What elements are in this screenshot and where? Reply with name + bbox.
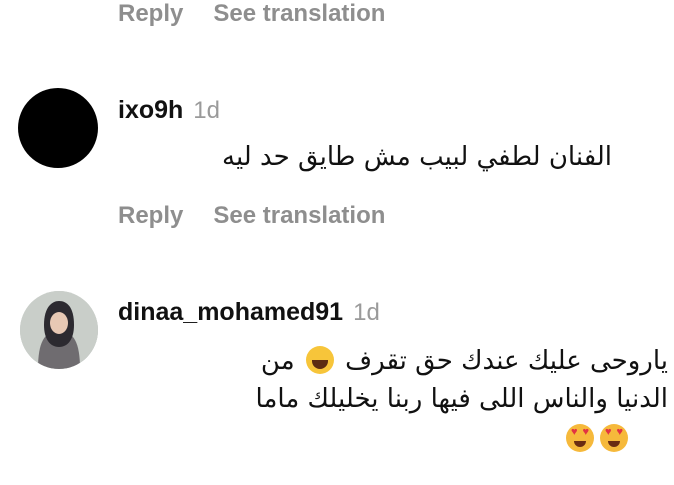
comment-text: الفنان لطفي لبيب مش طايق حد ليه — [222, 142, 612, 172]
avatar[interactable] — [18, 88, 98, 168]
comments-thread: Reply See translation ixo9h 1d الفنان لط… — [0, 0, 674, 485]
comment-line: ياروحى عليك عندك حق تقرف من — [118, 342, 668, 380]
see-translation-button[interactable]: See translation — [213, 202, 385, 230]
avatar-photo — [20, 291, 98, 369]
username[interactable]: dinaa_mohamed91 — [118, 298, 343, 326]
comment-actions: Reply See translation — [118, 0, 385, 28]
avatar[interactable] — [20, 291, 98, 369]
comment-line: الدنيا والناس اللى فيها ربنا يخليلك ماما — [118, 380, 668, 418]
heart-eyes-emoji-icon — [600, 424, 628, 452]
face-with-tears-of-joy-icon — [305, 346, 334, 374]
comment-timestamp: 1d — [353, 299, 380, 326]
reply-button[interactable]: Reply — [118, 202, 183, 230]
comment-text: ياروحى عليك عندك حق تقرف من الدنيا والنا… — [118, 342, 668, 418]
username[interactable]: ixo9h — [118, 96, 183, 124]
comment-actions: Reply See translation — [118, 202, 385, 230]
comment-header: ixo9h 1d — [118, 96, 220, 125]
comment-header: dinaa_mohamed91 1d — [118, 298, 380, 327]
comment-line-text: من — [260, 346, 295, 376]
heart-eyes-emoji-icon — [566, 424, 594, 452]
comment-line-text: ياروحى عليك عندك حق تقرف — [345, 346, 668, 376]
emoji-line — [566, 424, 628, 452]
see-translation-button[interactable]: See translation — [213, 0, 385, 28]
reply-button[interactable]: Reply — [118, 0, 183, 28]
comment-timestamp: 1d — [193, 97, 220, 124]
comment-line-text: الدنيا والناس اللى فيها ربنا يخليلك ماما — [255, 384, 668, 414]
